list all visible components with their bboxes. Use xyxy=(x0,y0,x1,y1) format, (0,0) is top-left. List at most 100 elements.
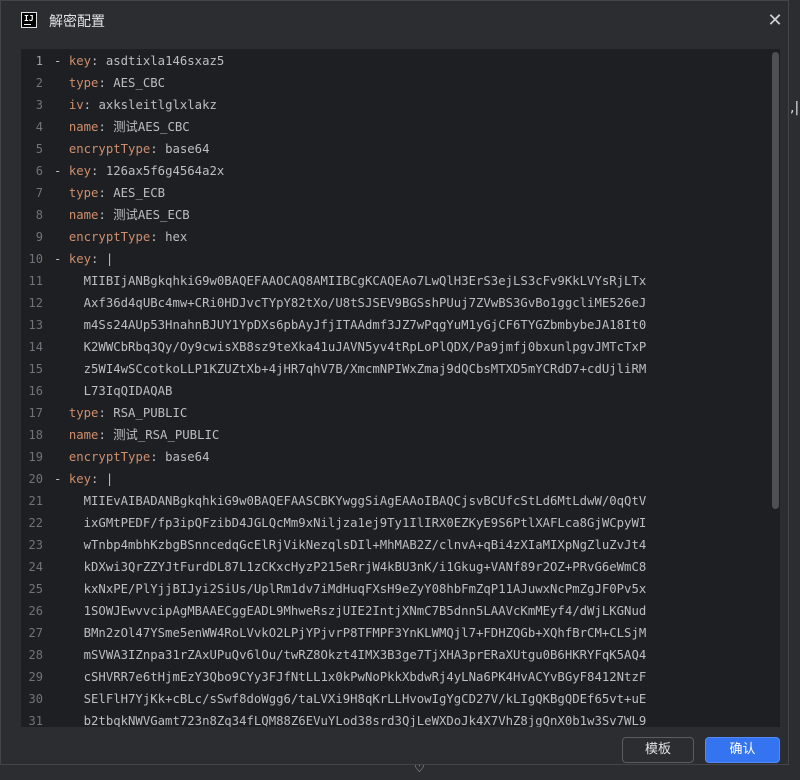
template-button[interactable]: 模板 xyxy=(622,737,694,763)
yaml-value: ixGMtPEDF/fp3ipQFzibD4JGLQcMm9xNiljza1ej… xyxy=(54,516,647,530)
yaml-punctuation xyxy=(54,98,69,112)
line-number: 10 xyxy=(28,252,43,266)
code-line: encryptType: base64 xyxy=(54,138,210,160)
line-number: 1 xyxy=(35,54,43,68)
yaml-punctuation: - xyxy=(54,252,69,266)
code-line: L73IqQIDAQAB xyxy=(54,380,173,402)
line-number: 19 xyxy=(28,450,43,464)
yaml-value: 测试AES_CBC xyxy=(113,120,190,134)
line-number: 16 xyxy=(28,384,43,398)
yaml-punctuation: : xyxy=(150,450,166,464)
yaml-value: Axf36d4qUBc4mw+CRi0HDJvcTYpY82tXo/U8tSJS… xyxy=(54,296,647,310)
line-number: 31 xyxy=(28,714,43,727)
code-line: mSVWA3IZnpa31rZAxUPuQv6lOu/twRZ8Okzt4IMX… xyxy=(54,644,647,666)
yaml-punctuation: - xyxy=(54,164,69,178)
code-line: type: RSA_PUBLIC xyxy=(54,402,187,424)
yaml-key: encryptType xyxy=(68,450,151,464)
line-number: 8 xyxy=(35,208,43,222)
line-number: 28 xyxy=(28,648,43,662)
yaml-value: | xyxy=(105,472,114,486)
close-icon[interactable]: ✕ xyxy=(763,10,787,32)
yaml-value: 测试AES_ECB xyxy=(113,208,190,222)
code-line: cSHVRR7e6tHjmEzY3Qbo9CYy3FJfNtLL1x0kPwNo… xyxy=(54,666,647,688)
line-number: 2 xyxy=(35,76,43,90)
code-area[interactable]: - key: asdtixla146sxaz5 type: AES_CBC iv… xyxy=(54,49,780,727)
code-line: K2WWCbRbq3Qy/Oy9cwisXB8sz9teXka41uJAVN5y… xyxy=(54,336,647,358)
line-number: 27 xyxy=(28,626,43,640)
code-line: encryptType: hex xyxy=(54,226,187,248)
code-line: iv: axksleitlglxlakz xyxy=(54,94,217,116)
code-line: SElFlH7YjKk+cBLc/sSwf8doWgg6/taLVXi9H8qK… xyxy=(54,688,647,710)
yaml-key: name xyxy=(68,428,99,442)
code-line: wTnbp4mbhKzbgBSnncedqGcElRjVikNezqlsDIl+… xyxy=(54,534,647,556)
yaml-punctuation xyxy=(54,450,69,464)
yaml-punctuation: : xyxy=(98,186,114,200)
yaml-punctuation xyxy=(54,186,69,200)
code-line: m4Ss24AUp53HnahnBJUY1YpDXs6pbAyJfjITAAdm… xyxy=(54,314,647,336)
code-line: name: 测试AES_CBC xyxy=(54,116,190,138)
yaml-punctuation: : xyxy=(91,54,106,68)
yaml-key: key xyxy=(68,472,92,486)
code-line: - key: | xyxy=(54,248,113,270)
editor-scrollbar[interactable] xyxy=(772,52,779,509)
yaml-punctuation xyxy=(54,406,69,420)
code-line: z5WI4wSCcotkoLLP1KZUZtXb+4jHR7qhV7B/Xmcm… xyxy=(54,358,647,380)
yaml-value: 测试_RSA_PUBLIC xyxy=(113,428,220,442)
yaml-key: key xyxy=(68,54,92,68)
yaml-key: type xyxy=(68,186,99,200)
yaml-punctuation xyxy=(54,230,69,244)
line-number: 18 xyxy=(28,428,43,442)
yaml-value: hex xyxy=(165,230,188,244)
yaml-punctuation xyxy=(54,142,69,156)
yaml-value: 126ax5f6g4564a2x xyxy=(105,164,225,178)
yaml-punctuation: : xyxy=(91,252,106,266)
line-number: 22 xyxy=(28,516,43,530)
yaml-key: name xyxy=(68,208,99,222)
code-line: MIIEvAIBADANBgkqhkiG9w0BAQEFAASCBKYwggSi… xyxy=(54,490,647,512)
yaml-punctuation: : xyxy=(91,164,106,178)
code-line: kxNxPE/PlYjjBIJyi2SiUs/UplRm1dv7iMdHuqFX… xyxy=(54,578,647,600)
line-number: 11 xyxy=(28,274,43,288)
line-number: 29 xyxy=(28,670,43,684)
code-line: type: AES_CBC xyxy=(54,72,165,94)
yaml-key: encryptType xyxy=(68,142,151,156)
yaml-punctuation xyxy=(54,208,69,222)
yaml-editor[interactable]: 1 2 3 4 5 6 7 8 9 10 11 12 13 14 15 16 17 18 19 20 21 22 23 24 2… xyxy=(21,49,780,727)
line-number: 26 xyxy=(28,604,43,618)
confirm-button[interactable]: 确认 xyxy=(705,737,780,763)
yaml-punctuation: : xyxy=(91,472,106,486)
yaml-punctuation: : xyxy=(98,406,114,420)
code-line: name: 测试AES_ECB xyxy=(54,204,190,226)
yaml-value: MIIEvAIBADANBgkqhkiG9w0BAQEFAASCBKYwggSi… xyxy=(54,494,647,508)
code-line: b2tbqkNWVGamt723n8Zq34fLQM88Z6EVuYLod38s… xyxy=(54,710,647,727)
yaml-punctuation: : xyxy=(98,428,114,442)
yaml-value: wTnbp4mbhKzbgBSnncedqGcElRjVikNezqlsDIl+… xyxy=(54,538,647,552)
yaml-value: z5WI4wSCcotkoLLP1KZUZtXb+4jHR7qhV7B/Xmcm… xyxy=(54,362,647,376)
yaml-punctuation: : xyxy=(98,76,114,90)
yaml-value: mSVWA3IZnpa31rZAxUPuQv6lOu/twRZ8Okzt4IMX… xyxy=(54,648,647,662)
line-number: 30 xyxy=(28,692,43,706)
yaml-value: m4Ss24AUp53HnahnBJUY1YpDXs6pbAyJfjITAAdm… xyxy=(54,318,647,332)
yaml-value: base64 xyxy=(165,142,210,156)
yaml-value: cSHVRR7e6tHjmEzY3Qbo9CYy3FJfNtLL1x0kPwNo… xyxy=(54,670,647,684)
intellij-app-icon: IJ xyxy=(21,12,37,28)
line-number: 13 xyxy=(28,318,43,332)
dialog-titlebar: IJ 解密配置 ✕ xyxy=(1,1,788,41)
yaml-value: AES_CBC xyxy=(113,76,166,90)
yaml-value: MIIBIjANBgkqhkiG9w0BAQEFAAOCAQ8AMIIBCgKC… xyxy=(54,274,647,288)
yaml-punctuation xyxy=(54,76,69,90)
background-text-fragment: ,| xyxy=(790,100,800,116)
code-line: 1SOWJEwvvcipAgMBAAECggEADL9MhweRszjUIE2I… xyxy=(54,600,647,622)
yaml-value: axksleitlglxlakz xyxy=(98,98,217,112)
line-number: 9 xyxy=(35,230,43,244)
yaml-key: iv xyxy=(68,98,84,112)
yaml-key: key xyxy=(68,252,92,266)
code-line: - key: asdtixla146sxaz5 xyxy=(54,50,224,72)
yaml-punctuation: - xyxy=(54,472,69,486)
yaml-punctuation: : xyxy=(83,98,99,112)
code-line: - key: 126ax5f6g4564a2x xyxy=(54,160,224,182)
line-number: 24 xyxy=(28,560,43,574)
yaml-value: K2WWCbRbq3Qy/Oy9cwisXB8sz9teXka41uJAVN5y… xyxy=(54,340,647,354)
yaml-value: 1SOWJEwvvcipAgMBAAECggEADL9MhweRszjUIE2I… xyxy=(54,604,647,618)
line-number: 7 xyxy=(35,186,43,200)
